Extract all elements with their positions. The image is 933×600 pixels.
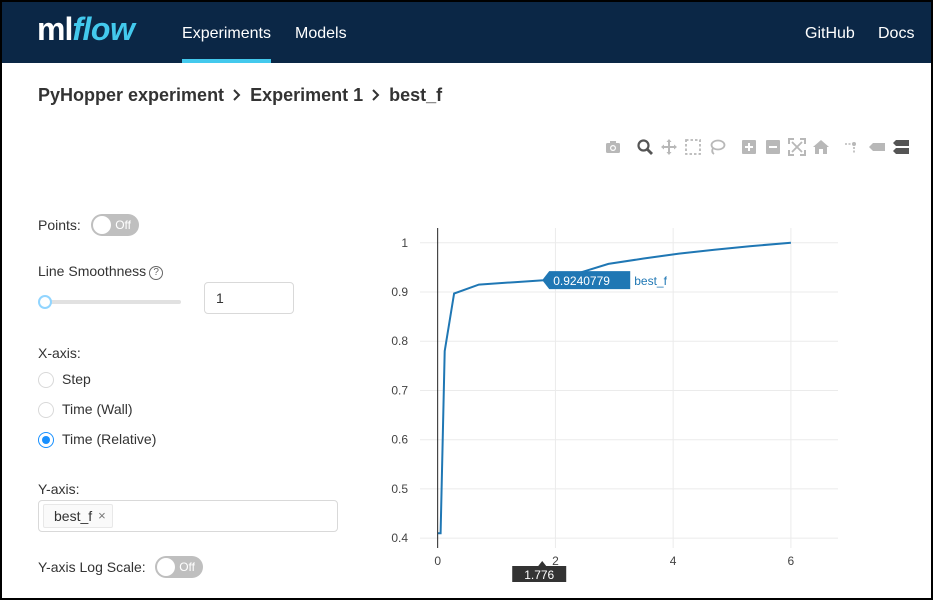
logo-ml-text: ml: [37, 11, 73, 47]
breadcrumb-run-link[interactable]: Experiment 1: [250, 85, 363, 106]
pan-icon[interactable]: [660, 138, 680, 158]
top-nav-bar: ml flow Experiments Models GitHub Docs: [2, 2, 931, 63]
y-axis-select[interactable]: best_f ×: [38, 500, 338, 532]
line-smoothness-label: Line Smoothness?: [38, 263, 164, 280]
toggle-knob: [157, 558, 175, 576]
points-toggle[interactable]: Off: [91, 214, 139, 236]
breadcrumb-metric: best_f: [389, 85, 443, 105]
hover-value-label: 0.9240779: [553, 274, 610, 288]
toggle-knob: [93, 216, 111, 234]
spike-lines-icon[interactable]: [842, 138, 862, 158]
zoom-in-icon[interactable]: [740, 138, 760, 158]
hover-compare-icon[interactable]: [892, 138, 912, 158]
y-axis-log-scale-label: Y-axis Log Scale:: [38, 559, 146, 575]
hover-x-value-label: 1.776: [524, 568, 554, 582]
radio-time-wall[interactable]: [38, 402, 54, 418]
radio-time-relative[interactable]: [38, 432, 54, 448]
line-smoothness-text: Line Smoothness: [38, 263, 147, 279]
y-axis-tag: best_f ×: [43, 504, 113, 528]
y-tick-label: 0.6: [391, 433, 408, 447]
chevron-right-icon: [224, 85, 250, 106]
log-scale-toggle[interactable]: Off: [155, 556, 203, 578]
y-tick-label: 0.7: [391, 383, 408, 397]
y-tick-label: 0.9: [391, 285, 408, 299]
chevron-right-icon: [363, 85, 389, 106]
smoothing-input[interactable]: 1: [204, 282, 294, 314]
y-axis-label: Y-axis:: [38, 481, 80, 497]
hover-series-label: best_f: [634, 274, 667, 288]
radio-step[interactable]: [38, 372, 54, 388]
radio-time-relative-label[interactable]: Time (Relative): [62, 431, 156, 447]
y-tick-label: 0.4: [391, 531, 408, 545]
x-tick-label: 2: [552, 554, 559, 568]
metric-line-chart[interactable]: 0.4 0.5 0.6 0.7 0.8 0.9 1 0 2 4 6 0.9240779 best_f 1.…: [372, 222, 852, 582]
zoom-icon[interactable]: [636, 138, 656, 158]
box-select-icon[interactable]: [684, 138, 704, 158]
nav-models[interactable]: Models: [295, 2, 347, 63]
reset-axes-icon[interactable]: [812, 138, 832, 158]
radio-time-wall-label[interactable]: Time (Wall): [62, 401, 133, 417]
y-tick-label: 0.8: [391, 334, 408, 348]
mlflow-logo[interactable]: ml flow: [37, 11, 135, 51]
nav-github[interactable]: GitHub: [805, 2, 855, 63]
mlflow-window: ml flow Experiments Models GitHub Docs P…: [2, 2, 931, 598]
close-icon[interactable]: ×: [98, 505, 106, 527]
camera-icon[interactable]: [604, 138, 624, 158]
y-tick-label: 0.5: [391, 482, 408, 496]
x-axis-label: X-axis:: [38, 345, 81, 361]
breadcrumb-experiment-link[interactable]: PyHopper experiment: [38, 85, 224, 106]
breadcrumb: PyHopper experiment Experiment 1 best_f: [38, 85, 442, 106]
points-label: Points:: [38, 217, 81, 233]
help-icon[interactable]: ?: [149, 266, 164, 280]
zoom-out-icon[interactable]: [764, 138, 784, 158]
autoscale-icon[interactable]: [788, 138, 808, 158]
x-tick-label: 0: [434, 554, 441, 568]
logo-flow-text: flow: [72, 11, 135, 47]
radio-step-label[interactable]: Step: [62, 371, 91, 387]
y-tick-label: 1: [401, 236, 408, 250]
lasso-select-icon[interactable]: [708, 138, 728, 158]
log-scale-toggle-text: Off: [179, 560, 195, 574]
nav-docs[interactable]: Docs: [878, 2, 914, 63]
smoothing-slider-handle[interactable]: [38, 295, 52, 309]
x-tick-label: 4: [670, 554, 677, 568]
smoothing-slider[interactable]: [43, 300, 181, 304]
nav-experiments[interactable]: Experiments: [182, 2, 271, 63]
hover-tooltip: 0.9240779 best_f: [542, 271, 668, 290]
points-toggle-text: Off: [115, 218, 131, 232]
y-axis-tag-label: best_f: [54, 508, 93, 524]
hover-closest-icon[interactable]: [868, 138, 888, 158]
x-tick-label: 6: [788, 554, 795, 568]
